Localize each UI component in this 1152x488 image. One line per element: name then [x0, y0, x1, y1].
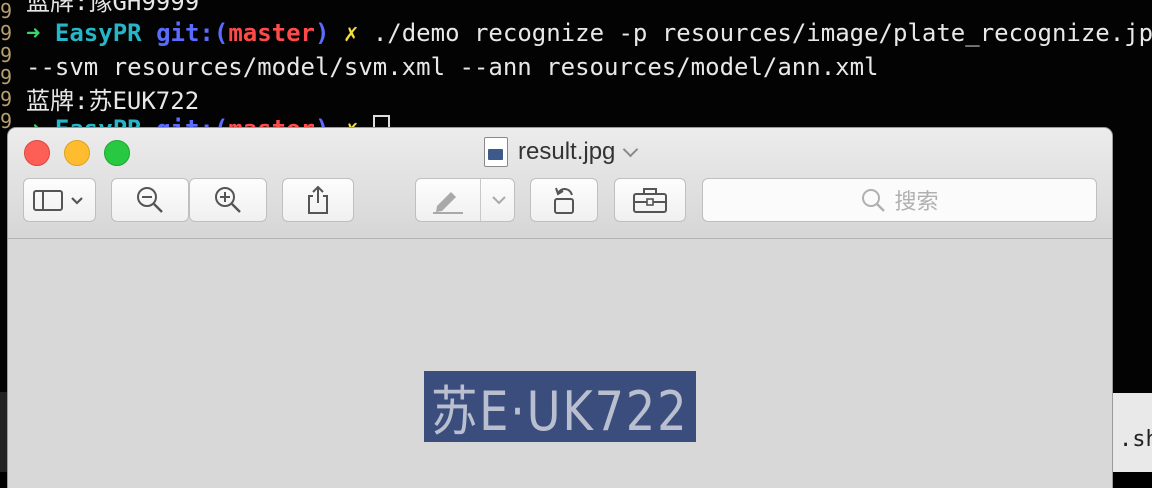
prompt-dirty-mark: ✗: [343, 19, 359, 47]
prompt-git-prefix: git:(: [156, 19, 229, 47]
zoom-out-button[interactable]: [111, 178, 189, 222]
recognition-output-text: 蓝牌:苏EUK722: [26, 87, 200, 115]
sidebar-toggle-button[interactable]: [23, 178, 96, 222]
zoom-in-button[interactable]: [189, 178, 267, 222]
window-title-text: result.jpg: [518, 138, 616, 165]
background-window-edge[interactable]: .sh: [1112, 393, 1152, 472]
command-text: ./demo recognize -p resources/image/plat…: [372, 19, 1152, 47]
terminal-command-continuation: --svm resources/model/svm.xml --ann reso…: [26, 51, 879, 84]
prompt-branch: master: [228, 19, 316, 47]
image-canvas[interactable]: 苏E·UK722: [8, 239, 1112, 488]
search-placeholder: 搜索: [894, 190, 939, 215]
close-button[interactable]: [24, 140, 50, 166]
background-window-text: .sh: [1119, 427, 1152, 452]
sidebar-icon: [32, 190, 83, 211]
toolbox-button[interactable]: [614, 178, 686, 222]
search-field[interactable]: 搜索: [702, 178, 1097, 222]
zoom-in-icon: [215, 187, 241, 213]
markup-menu-segment[interactable]: [481, 179, 516, 221]
document-icon: [484, 137, 508, 167]
title-chevron-down-icon: [623, 141, 639, 157]
license-plate-image: 苏E·UK722: [424, 371, 696, 443]
chevron-down-icon: [491, 196, 506, 205]
window-titlebar[interactable]: result.jpg 搜索: [8, 128, 1112, 239]
share-icon: [308, 185, 328, 214]
rotate-icon: [554, 187, 574, 214]
prompt-arrow-icon: ➜: [26, 19, 41, 47]
previous-result-text: 蓝牌:豫GH9999: [26, 0, 200, 16]
plate-text: 苏E·UK722: [431, 380, 689, 443]
prompt-repo-name: EasyPR: [54, 19, 142, 47]
markup-pen-icon: [433, 192, 463, 214]
zoom-button[interactable]: [104, 140, 130, 166]
markup-button[interactable]: [415, 178, 515, 222]
search-icon: [862, 189, 886, 212]
command-continuation-text: --svm resources/model/svm.xml --ann reso…: [26, 53, 879, 81]
terminal-gutter: 999999: [0, 0, 13, 133]
window-title[interactable]: result.jpg: [484, 135, 639, 169]
share-button[interactable]: [282, 178, 354, 222]
toolbox-icon: [633, 188, 667, 213]
preview-window: result.jpg 搜索 苏E·UK722: [8, 128, 1112, 488]
zoom-out-icon: [137, 187, 163, 213]
rotate-button[interactable]: [530, 178, 598, 222]
minimize-button[interactable]: [64, 140, 90, 166]
markup-pen-segment[interactable]: [416, 179, 480, 221]
prompt-git-suffix: ): [315, 19, 330, 47]
terminal-prompt-line: ➜ EasyPR git:(master) ✗ ./demo recognize…: [26, 17, 1152, 50]
